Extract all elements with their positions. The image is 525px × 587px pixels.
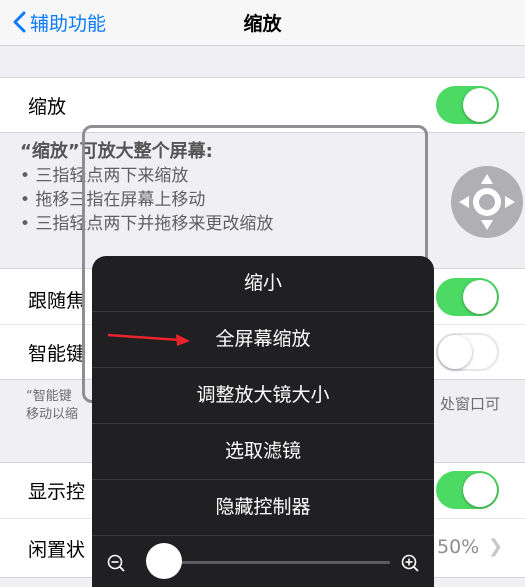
toggle-knob [463,280,497,314]
zoom-controller-joystick[interactable] [451,166,523,238]
smart-keyboard-toggle[interactable] [436,333,499,371]
smart-keyboard-label: 智能键 [28,343,86,365]
toggle-knob [463,473,497,507]
show-controller-toggle[interactable] [436,471,499,509]
menu-divider [92,535,434,536]
toggle-knob [463,88,497,122]
chevron-right-icon: ❯ [488,536,504,557]
zoom-toggle[interactable] [436,86,499,124]
follow-focus-toggle[interactable] [436,278,499,316]
show-controller-label: 显示控 [28,481,86,503]
zoom-level-slider-thumb[interactable] [145,543,182,579]
zoom-out-icon[interactable] [106,553,126,573]
menu-item-resize-lens[interactable]: 调整放大镜大小 [92,368,434,423]
menu-item-hide-controller[interactable]: 隐藏控制器 [92,480,434,535]
follow-focus-label: 跟随焦 [28,290,86,312]
smart-keyboard-note-left: “智能键 移动以缩 [26,388,78,424]
idle-opacity-value: 50% [437,536,480,558]
note-line-1: “智能键 [26,389,72,404]
page-title: 缩放 [243,13,282,35]
idle-opacity-label: 闲置状 [28,539,86,561]
smart-keyboard-note-right: 处窗口可 [440,395,501,413]
joystick-arrows-icon [459,174,515,230]
toggle-knob [438,335,472,369]
zoom-in-icon[interactable] [400,553,420,573]
menu-item-zoom-out[interactable]: 缩小 [92,256,434,311]
zoom-menu: 缩小 全屏幕缩放 调整放大镜大小 选取滤镜 隐藏控制器 [92,256,434,587]
zoom-row-label: 缩放 [28,96,67,118]
menu-item-choose-filter[interactable]: 选取滤镜 [92,424,434,479]
note-line-2: 移动以缩 [26,407,79,422]
navigation-bar: 辅助功能 缩放 [0,0,525,46]
zoom-level-slider-track[interactable] [152,561,390,564]
menu-item-fullscreen-zoom[interactable]: 全屏幕缩放 [92,312,434,367]
